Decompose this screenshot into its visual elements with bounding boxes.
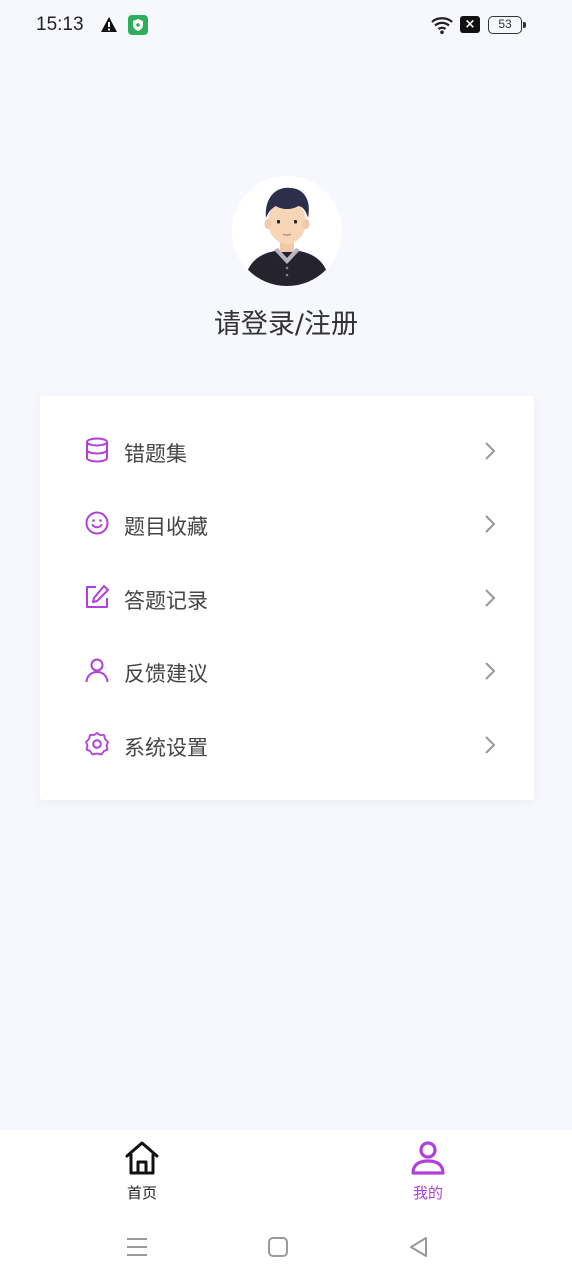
settings-icon xyxy=(85,732,109,756)
shield-icon xyxy=(128,15,148,35)
menu-card: 错题集 题目收藏 答题记录 反馈建议 系统设置 xyxy=(40,396,534,800)
smile-icon xyxy=(85,511,109,535)
menu-icon[interactable] xyxy=(124,1234,150,1260)
chevron-right-icon xyxy=(485,515,496,533)
menu-item-feedback[interactable]: 反馈建议 xyxy=(40,641,534,701)
bottom-tab-bar: 首页 我的 xyxy=(0,1130,572,1216)
menu-item-label: 反馈建议 xyxy=(124,662,208,686)
battery-icon: 53 xyxy=(488,16,526,34)
edit-icon xyxy=(86,585,109,608)
menu-item-wrong-questions[interactable]: 错题集 xyxy=(40,421,534,481)
back-icon[interactable] xyxy=(406,1234,432,1260)
home-icon xyxy=(125,1141,159,1175)
user-icon xyxy=(85,658,109,683)
tab-mine[interactable]: 我的 xyxy=(368,1130,488,1216)
database-icon xyxy=(86,437,108,463)
status-bar: 15:13 × 53 xyxy=(0,0,572,52)
status-time: 15:13 xyxy=(36,14,84,35)
chevron-right-icon xyxy=(485,442,496,460)
avatar[interactable] xyxy=(232,176,342,286)
chevron-right-icon xyxy=(485,736,496,754)
menu-item-label: 答题记录 xyxy=(124,589,208,613)
tab-home[interactable]: 首页 xyxy=(82,1130,202,1216)
no-sim-icon: × xyxy=(460,16,480,33)
menu-item-answer-history[interactable]: 答题记录 xyxy=(40,568,534,628)
home-square-icon[interactable] xyxy=(265,1234,291,1260)
menu-item-label: 错题集 xyxy=(124,442,187,466)
profile-icon xyxy=(411,1141,445,1175)
menu-item-label: 系统设置 xyxy=(124,736,208,760)
tab-home-label: 首页 xyxy=(126,1184,157,1202)
login-register-link[interactable]: 请登录/注册 xyxy=(0,302,572,341)
menu-item-label: 题目收藏 xyxy=(124,515,208,539)
avatar-illustration xyxy=(232,176,342,286)
chevron-right-icon xyxy=(485,662,496,680)
menu-item-settings[interactable]: 系统设置 xyxy=(40,715,534,775)
system-nav-bar xyxy=(0,1216,572,1280)
menu-item-favorites[interactable]: 题目收藏 xyxy=(40,494,534,554)
chevron-right-icon xyxy=(485,589,496,607)
wifi-icon xyxy=(431,17,453,34)
warning-icon xyxy=(101,17,117,32)
tab-mine-label: 我的 xyxy=(412,1184,443,1202)
